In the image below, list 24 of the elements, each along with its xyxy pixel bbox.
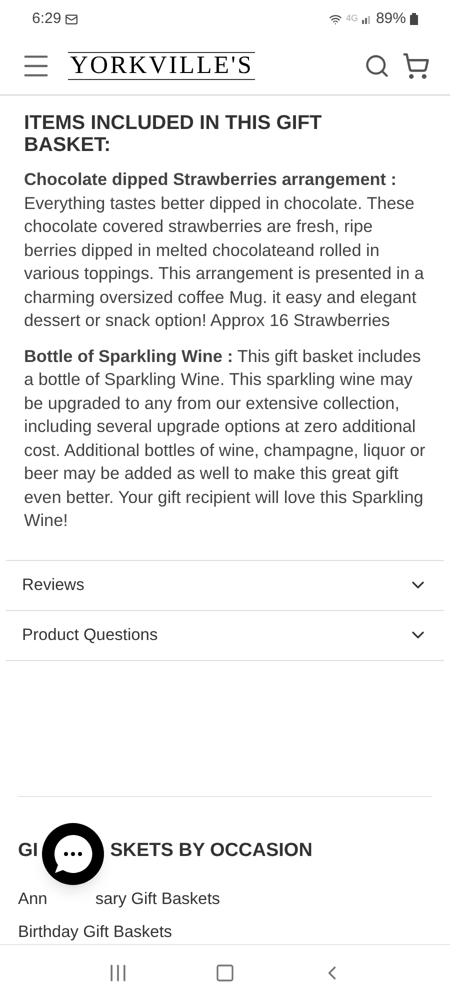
cart-icon: [402, 52, 430, 80]
description-paragraph: Chocolate dipped Strawberries arrangement : Everything tastes better dipped in chocolate. These chocolate covered strawberries are fresh, ripe berries dipped in melted chocolateand rolled in various toppings. This arrangement is presented in a charming oversized coffee Mug. it easy and elegant dessert or snack option! Approx 16 Strawberries: [24, 168, 425, 332]
status-time: 6:29: [32, 8, 62, 29]
mail-icon: [65, 12, 78, 26]
search-icon: [364, 53, 390, 79]
occasion-link[interactable]: Ann: [18, 887, 48, 912]
signal-icon: [362, 14, 372, 24]
cart-button[interactable]: [402, 52, 430, 80]
home-icon: [215, 962, 235, 982]
wifi-icon: [328, 12, 342, 26]
accordion-header[interactable]: Product Questions: [6, 610, 444, 660]
logo[interactable]: YORKVILLE'S: [68, 52, 256, 80]
network-label: 4G: [346, 12, 358, 26]
battery-percent: 89%: [376, 8, 406, 29]
occasion-link[interactable]: Birthday Gift Baskets: [18, 920, 432, 944]
battery-icon: [410, 13, 418, 25]
section-title: ITEMS INCLUDED IN THIS GIFT BASKET:: [24, 112, 323, 156]
search-button[interactable]: [364, 53, 390, 79]
occasion-link[interactable]: sary Gift Baskets: [95, 887, 220, 912]
accordion-header[interactable]: Reviews: [6, 560, 444, 610]
description-paragraph: Bottle of Sparkling Wine : This gift basket includes a bottle of Sparkling Wine. This sparkling wine may be upgraded to any from our extensive collection, including several upgrade options at zero additional cost. Additional bottles of wine, champagne, liquor or beer may be added as well to make this great gift even better. Your gift recipient will love this Sparkling Wine!: [24, 344, 426, 532]
footer-heading: SKETS BY OCCASION: [110, 838, 312, 862]
home-button[interactable]: [215, 962, 235, 982]
footer-heading: GI: [18, 838, 38, 862]
